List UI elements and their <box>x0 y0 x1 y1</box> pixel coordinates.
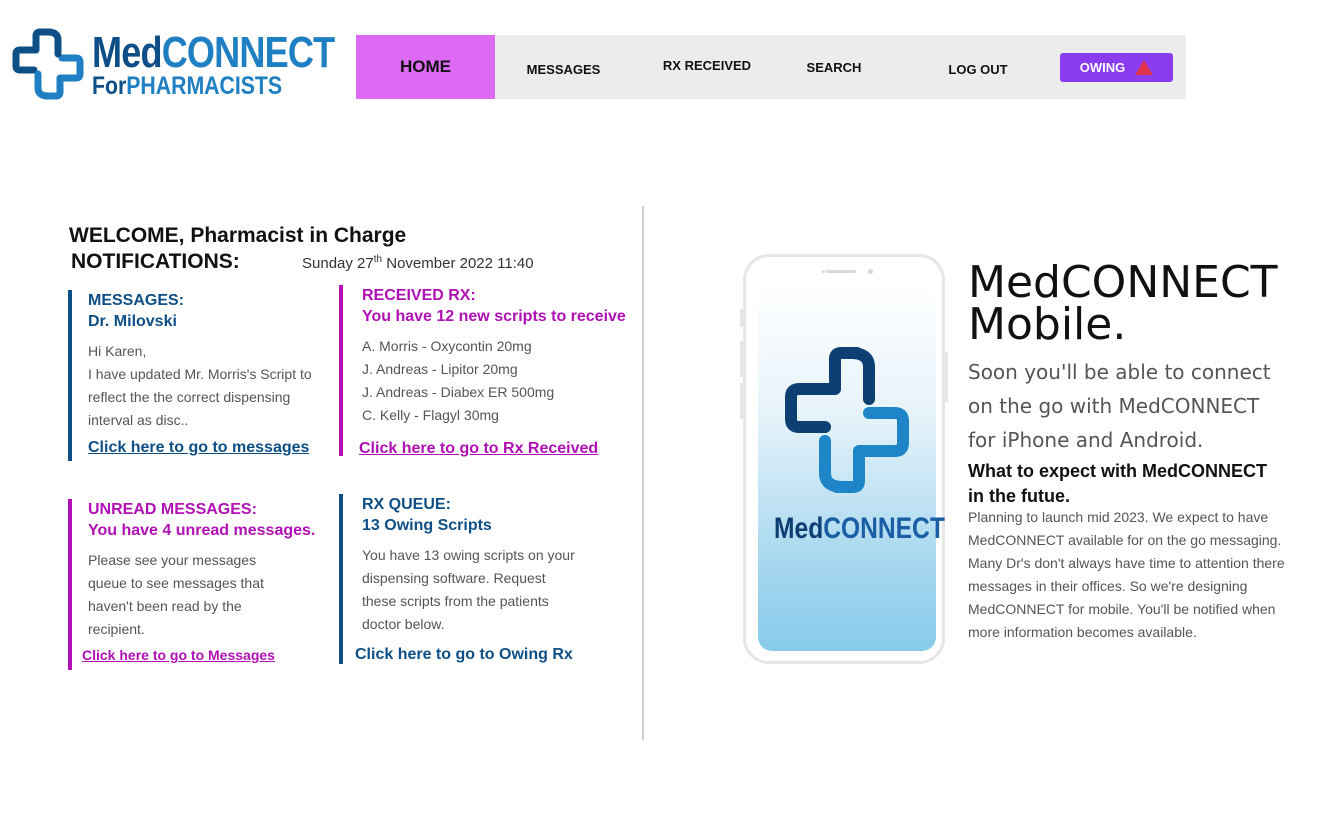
card-title: UNREAD MESSAGES: <box>88 501 257 518</box>
mobile-heading: What to expect with MedCONNECT in the fu… <box>968 461 1268 506</box>
card-subtitle: Dr. Milovski <box>88 313 177 330</box>
list-item: A. Morris - Oxycontin 20mg <box>362 338 532 354</box>
mobile-title: MedCONNECT Mobile. <box>968 257 1278 350</box>
phone-side-button <box>740 383 743 419</box>
received-scripts-list: A. Morris - Oxycontin 20mg J. Andreas - … <box>362 335 659 427</box>
nav-home[interactable]: HOME <box>356 35 495 99</box>
card-subtitle: You have 4 unread messages. <box>88 522 316 539</box>
phone-side-button <box>740 309 743 327</box>
warning-triangle-icon <box>1135 60 1154 75</box>
welcome-heading: WELCOME, Pharmacist in Charge <box>69 224 407 247</box>
card-accent-bar <box>339 494 343 664</box>
list-item: J. Andreas - Diabex ER 500mg <box>362 384 555 400</box>
phone-side-button <box>740 341 743 377</box>
mobile-subtitle: Soon you'll be able to connect on the go… <box>968 360 1271 452</box>
messages-link[interactable]: Click here to go to messages <box>88 439 338 457</box>
card-title: RECEIVED RX: <box>362 287 476 304</box>
phone-mockup: MedCONNECT <box>740 254 948 664</box>
phone-side-button <box>945 352 948 402</box>
nav-messages[interactable]: MESSAGES <box>506 37 621 101</box>
nav-rx-received[interactable]: RX RECEIVED <box>651 33 763 97</box>
list-item: C. Kelly - Flagyl 30mg <box>362 407 499 423</box>
unread-description: Please see your messages queue to see me… <box>88 552 264 637</box>
card-accent-bar <box>68 290 72 461</box>
card-subtitle: You have 12 new scripts to receive <box>362 308 626 325</box>
owing-label: OWING <box>1079 60 1126 75</box>
owing-rx-link[interactable]: Click here to go to Owing Rx <box>355 646 639 664</box>
medical-cross-icon <box>785 347 909 493</box>
phone-sensor <box>822 270 825 273</box>
rx-queue-card: RX QUEUE: 13 Owing Scripts You have 13 o… <box>339 494 639 664</box>
rx-received-link[interactable]: Click here to go to Rx Received <box>359 440 659 458</box>
nav-logout[interactable]: LOG OUT <box>928 37 1028 101</box>
owing-button[interactable]: OWING <box>1060 53 1173 82</box>
logo-tagline: ForPHARMACISTS <box>92 72 283 100</box>
medical-cross-icon <box>12 28 84 100</box>
card-accent-bar <box>68 499 72 670</box>
phone-camera <box>868 269 873 274</box>
messages-card: MESSAGES: Dr. Milovski Hi Karen, I have … <box>68 290 338 461</box>
phone-speaker <box>826 270 856 273</box>
notifications-heading: NOTIFICATIONS: <box>71 250 240 273</box>
nav-search[interactable]: SEARCH <box>786 35 882 99</box>
logo-wordmark: MedCONNECT <box>92 28 335 77</box>
phone-brand-wordmark: MedCONNECT <box>774 512 945 545</box>
card-title: RX QUEUE: <box>362 496 451 513</box>
phone-screen: MedCONNECT <box>758 287 945 651</box>
medconnect-logo[interactable]: MedCONNECT ForPHARMACISTS <box>10 26 335 102</box>
unread-messages-card: UNREAD MESSAGES: You have 4 unread messa… <box>68 499 348 670</box>
card-subtitle: 13 Owing Scripts <box>362 517 492 534</box>
received-rx-card: RECEIVED RX: You have 12 new scripts to … <box>339 285 659 458</box>
list-item: J. Andreas - Lipitor 20mg <box>362 361 518 377</box>
main-nav: HOME MESSAGES RX RECEIVED SEARCH LOG OUT… <box>356 35 1186 99</box>
queue-description: You have 13 owing scripts on your dispen… <box>362 547 575 632</box>
current-datetime: Sunday 27th November 2022 11:40 <box>302 254 534 272</box>
card-title: MESSAGES: <box>88 292 185 309</box>
mobile-body: Planning to launch mid 2023. We expect t… <box>968 509 1285 640</box>
message-preview: Hi Karen, I have updated Mr. Morris's Sc… <box>88 343 312 428</box>
card-accent-bar <box>339 285 343 456</box>
section-divider <box>642 206 644 740</box>
unread-messages-link[interactable]: Click here to go to Messages <box>82 647 348 663</box>
